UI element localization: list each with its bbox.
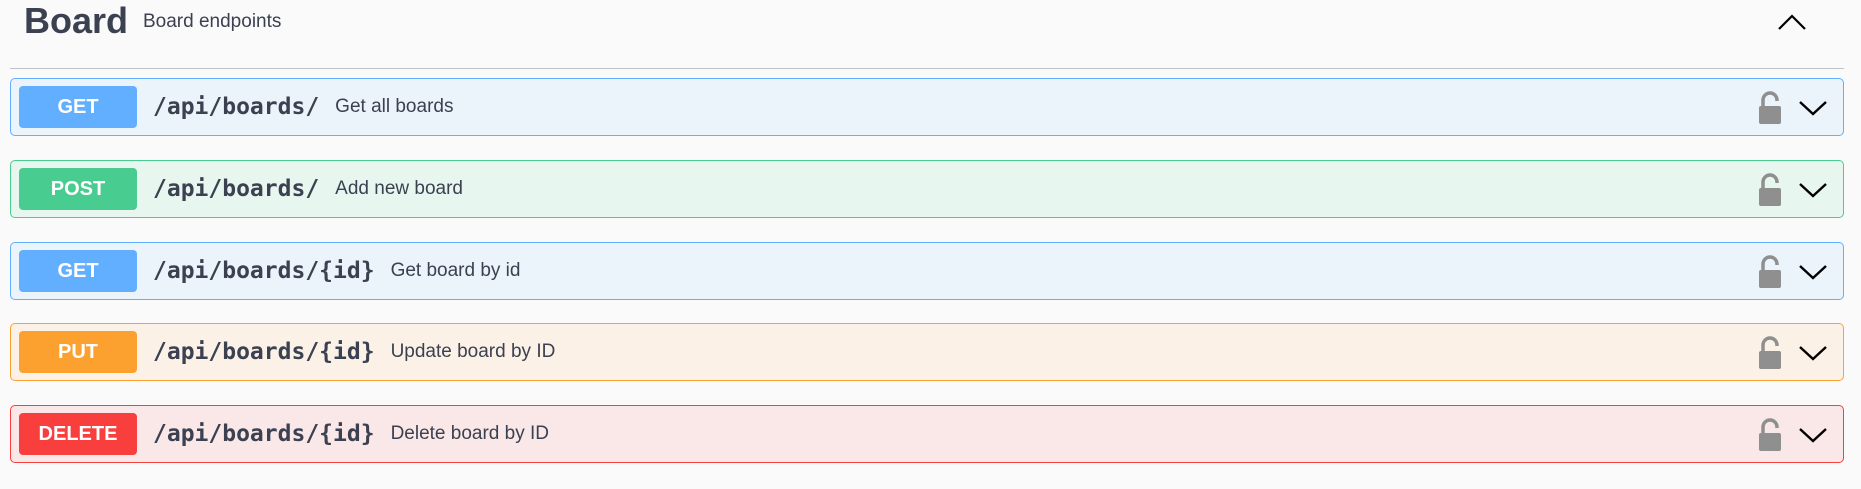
operation-row[interactable]: GET/api/boards/Get all boards (10, 78, 1844, 136)
tag-description: Board endpoints (143, 11, 282, 32)
endpoint-path: /api/boards/{id} (153, 421, 375, 447)
chevron-down-icon[interactable] (1797, 420, 1829, 450)
endpoint-path: /api/boards/ (153, 94, 320, 120)
endpoint-summary: Get all boards (335, 96, 454, 117)
endpoint-path: /api/boards/{id} (153, 339, 375, 365)
operation-row[interactable]: PUT/api/boards/{id} Update board by ID (10, 323, 1844, 381)
chevron-up-icon (1778, 14, 1806, 30)
endpoint-summary: Get board by id (390, 260, 521, 281)
method-badge: POST (19, 168, 137, 210)
method-badge: GET (19, 250, 137, 292)
operation-row[interactable]: POST/api/boards/Add new board (10, 160, 1844, 218)
endpoint-path: /api/boards/ (153, 176, 320, 202)
unlocked-padlock-icon[interactable] (1755, 336, 1785, 370)
tag-section-header[interactable]: Board Board endpoints (10, 0, 1844, 69)
chevron-down-icon[interactable] (1797, 338, 1829, 368)
collapse-button[interactable] (1770, 4, 1814, 40)
endpoint-summary: Delete board by ID (390, 423, 549, 444)
method-badge: GET (19, 86, 137, 128)
endpoint-path: /api/boards/{id} (153, 258, 375, 284)
operation-row[interactable]: DELETE/api/boards/{id} Delete board by ID (10, 405, 1844, 463)
chevron-down-icon[interactable] (1797, 93, 1829, 123)
endpoint-summary: Update board by ID (390, 341, 556, 362)
unlocked-padlock-icon[interactable] (1755, 418, 1785, 452)
chevron-down-icon[interactable] (1797, 175, 1829, 205)
tag-title: Board (24, 0, 129, 41)
unlocked-padlock-icon[interactable] (1755, 173, 1785, 207)
operation-row[interactable]: GET/api/boards/{id} Get board by id (10, 242, 1844, 300)
chevron-down-icon[interactable] (1797, 257, 1829, 287)
method-badge: DELETE (19, 413, 137, 455)
unlocked-padlock-icon[interactable] (1755, 91, 1785, 125)
method-badge: PUT (19, 331, 137, 373)
endpoint-summary: Add new board (335, 178, 463, 199)
unlocked-padlock-icon[interactable] (1755, 255, 1785, 289)
